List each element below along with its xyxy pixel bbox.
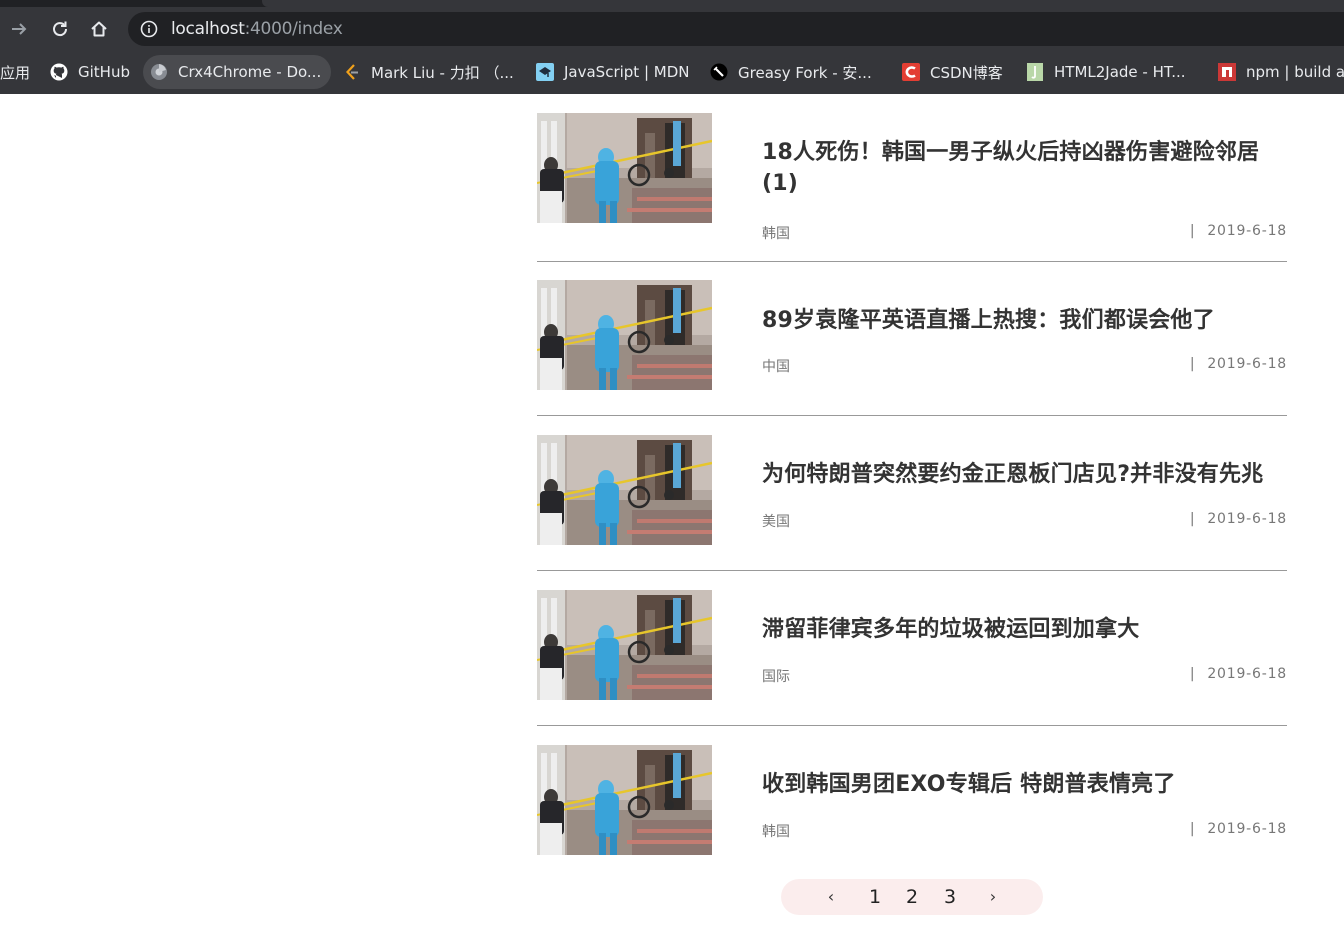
page-3-button[interactable]: 3 [940, 879, 960, 915]
news-tag[interactable]: 韩国 [762, 821, 790, 841]
info-icon[interactable] [140, 20, 158, 38]
news-divider [537, 261, 1287, 262]
news-date: | 2019-6-18 [1190, 821, 1287, 837]
news-thumbnail[interactable] [537, 435, 712, 545]
csdn-icon [902, 63, 920, 81]
news-title[interactable]: 为何特朗普突然要约金正恩板门店见?并非没有先兆 [762, 459, 1287, 490]
bookmark-crx4chrome[interactable]: Crx4Chrome - Do... [143, 55, 332, 89]
news-date-value: 2019-6-18 [1207, 511, 1287, 527]
news-thumbnail[interactable] [537, 590, 712, 700]
news-tag[interactable]: 中国 [762, 356, 790, 376]
date-separator: | [1189, 821, 1196, 837]
news-title[interactable]: 18人死伤！韩国一男子纵火后持凶器伤害避险邻居(1) [762, 137, 1287, 199]
back-button[interactable] [6, 16, 32, 42]
greasyfork-icon [710, 63, 728, 81]
bookmark-github[interactable]: GitHub [50, 55, 130, 89]
bookmark-mdn[interactable]: JavaScript | MDN [536, 55, 690, 89]
home-button[interactable] [86, 16, 112, 42]
news-date-value: 2019-6-18 [1207, 223, 1287, 239]
url-text[interactable]: localhost:4000/index [171, 12, 343, 46]
news-thumbnail[interactable] [537, 280, 712, 390]
html2jade-icon [1026, 63, 1044, 81]
news-divider [537, 725, 1287, 726]
news-divider [537, 570, 1287, 571]
news-date-value: 2019-6-18 [1207, 356, 1287, 372]
home-icon [89, 19, 109, 39]
crx4chrome-icon [150, 63, 168, 81]
news-thumbnail[interactable] [537, 113, 712, 223]
mdn-icon [536, 63, 554, 81]
news-date: | 2019-6-18 [1190, 511, 1287, 527]
address-bar[interactable]: localhost:4000/index [128, 12, 1344, 46]
bookmark-label: CSDN博客 [930, 63, 1003, 82]
pagination: ‹ 1 2 3 › [781, 879, 1043, 915]
date-separator: | [1189, 223, 1196, 239]
arrow-right-icon [9, 19, 29, 39]
tab-strip [0, 0, 1344, 7]
bookmark-leetcode[interactable]: Mark Liu - 力扣 （... [343, 55, 514, 89]
news-tag[interactable]: 国际 [762, 666, 790, 686]
reload-icon [50, 19, 70, 39]
news-title[interactable]: 收到韩国男团EXO专辑后 特朗普表情亮了 [762, 769, 1287, 800]
date-separator: | [1189, 511, 1196, 527]
news-date: | 2019-6-18 [1190, 666, 1287, 682]
news-date-value: 2019-6-18 [1207, 666, 1287, 682]
leetcode-icon [343, 63, 361, 81]
bookmark-label: npm | build a [1246, 63, 1344, 81]
news-tag[interactable]: 韩国 [762, 223, 790, 243]
prev-page-button[interactable]: ‹ [821, 879, 841, 915]
date-separator: | [1189, 666, 1196, 682]
bookmark-label: GitHub [78, 63, 130, 81]
page-1-button[interactable]: 1 [865, 879, 885, 915]
github-icon [50, 63, 68, 81]
bookmark-label: HTML2Jade - HT... [1054, 63, 1186, 81]
news-divider [537, 415, 1287, 416]
reload-button[interactable] [47, 16, 73, 42]
active-tab-edge [262, 0, 1344, 7]
bookmark-apps[interactable]: 应用 [0, 55, 30, 89]
bookmark-label: Greasy Fork - 安... [738, 63, 872, 82]
news-tag[interactable]: 美国 [762, 511, 790, 531]
news-date: | 2019-6-18 [1190, 356, 1287, 372]
bookmark-html2jade[interactable]: HTML2Jade - HT... [1026, 55, 1186, 89]
url-path: :4000/index [244, 19, 343, 39]
bookmark-csdn[interactable]: CSDN博客 [902, 55, 1003, 89]
bookmark-label: Crx4Chrome - Do... [178, 63, 322, 81]
news-title[interactable]: 89岁袁隆平英语直播上热搜：我们都误会他了 [762, 305, 1287, 336]
bookmark-npm[interactable]: npm | build a [1218, 55, 1344, 89]
bookmark-label: Mark Liu - 力扣 （... [371, 63, 514, 82]
next-page-button[interactable]: › [983, 879, 1003, 915]
bookmark-label: 应用 [0, 63, 31, 82]
bookmarks-bar: 应用 GitHub Crx4Chrome - Do... Mark Liu - … [0, 50, 1344, 94]
browser-toolbar: localhost:4000/index [0, 7, 1344, 50]
url-host: localhost [171, 19, 245, 39]
news-date: | 2019-6-18 [1190, 223, 1287, 239]
date-separator: | [1189, 356, 1196, 372]
news-title[interactable]: 滞留菲律宾多年的垃圾被运回到加拿大 [762, 614, 1287, 645]
news-thumbnail[interactable] [537, 745, 712, 855]
news-date-value: 2019-6-18 [1207, 821, 1287, 837]
npm-icon [1218, 63, 1236, 81]
bookmark-greasyfork[interactable]: Greasy Fork - 安... [710, 55, 872, 89]
bookmark-label: JavaScript | MDN [564, 63, 690, 81]
page-2-button[interactable]: 2 [902, 879, 922, 915]
